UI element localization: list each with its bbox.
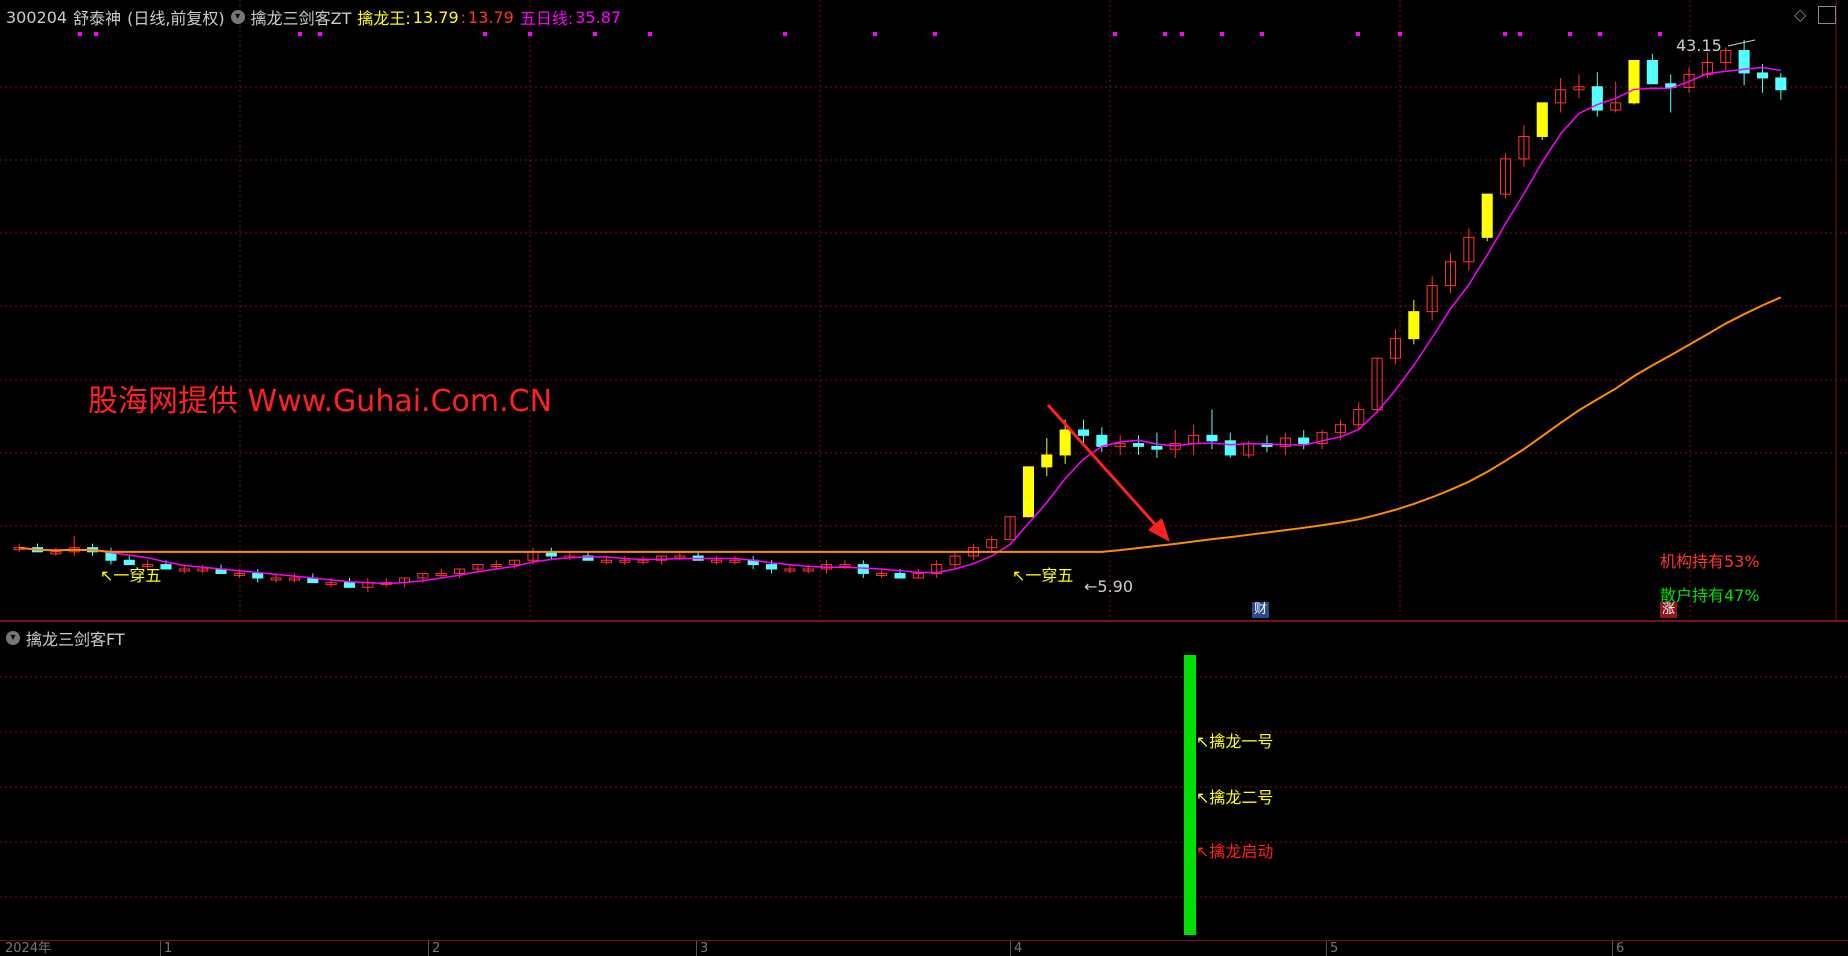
- signal-dot: [483, 32, 487, 36]
- indicator-label: 擒龙王:: [357, 9, 411, 28]
- signal-dot: [1220, 32, 1224, 36]
- candle-body: [766, 564, 778, 570]
- high-price-pointer: [1727, 39, 1756, 47]
- signal-label-1-text: 擒龙一号: [1209, 732, 1274, 751]
- signal-dot: [1658, 32, 1662, 36]
- candle-body: [1628, 59, 1640, 104]
- signal-dot: [94, 32, 98, 36]
- signal-label-2: ↖擒龙二号: [1196, 788, 1274, 807]
- signal-dot: [1163, 32, 1167, 36]
- chart-header: 300204 舒泰神 (日线,前复权) ▾ 擒龙三剑客ZT 擒龙王: 13.79…: [6, 4, 627, 30]
- candle-body: [1077, 429, 1090, 436]
- indicator-chart[interactable]: [0, 622, 1848, 932]
- signal-label-1: ↖擒龙一号: [1196, 732, 1274, 751]
- signal-dot: [593, 32, 597, 36]
- candle-body: [1022, 466, 1035, 518]
- signal-label-3-text: 擒龙启动: [1209, 842, 1274, 861]
- signal-label-2-text: 擒龙二号: [1209, 788, 1274, 807]
- limit-up-badge[interactable]: 涨: [1660, 602, 1678, 618]
- signal-dot: [873, 32, 877, 36]
- candle-body: [1133, 443, 1145, 447]
- tick-month-1: 1: [160, 941, 172, 956]
- candle-body: [1775, 77, 1787, 91]
- signal-dot: [1260, 32, 1264, 36]
- chevron-down-icon[interactable]: ▾: [230, 10, 245, 24]
- candle-body: [894, 572, 906, 579]
- candle-body: [1298, 437, 1310, 445]
- candle-body: [1224, 440, 1236, 456]
- long-ma-line: [19, 296, 1782, 553]
- finance-badge[interactable]: 财: [1252, 602, 1270, 618]
- signal-dot: [783, 32, 787, 36]
- candle-body: [1408, 311, 1420, 340]
- candle-body: [1646, 59, 1658, 85]
- time-axis: 2024年 1 2 3 4 5 6: [0, 940, 1848, 956]
- stock-code: 300204: [6, 7, 68, 27]
- tick-month-3: 3: [696, 941, 708, 956]
- sub-panel-title[interactable]: 擒龙三剑客FT: [26, 626, 125, 650]
- candle-body: [343, 582, 356, 588]
- indicator-pane[interactable]: ▾ 擒龙三剑客FT ↖擒龙一号 ↖擒龙二号 ↖擒龙启动: [0, 622, 1848, 935]
- signal-dot: [933, 32, 937, 36]
- signal-bar: [1184, 655, 1196, 935]
- high-price-label: 43.15: [1676, 36, 1722, 55]
- ma-label: 五日线:: [519, 9, 574, 28]
- low-price-label: ←5.90: [1084, 577, 1134, 596]
- watermark-text: 股海网提供 Www.Guhai.Com.CN: [88, 384, 553, 419]
- candle-body: [1756, 72, 1769, 79]
- signal-dot: [1503, 32, 1507, 36]
- candle-body: [252, 572, 264, 579]
- indicator-name[interactable]: 擒龙三剑客ZT: [251, 5, 352, 29]
- ma5-line: [19, 66, 1781, 585]
- candle-body: [1536, 102, 1548, 137]
- candle-body: [1041, 454, 1053, 468]
- signal-dot: [1518, 32, 1522, 36]
- signal-dot: [648, 32, 652, 36]
- period-label: (日线,前复权): [127, 9, 225, 28]
- ma-value: 35.87: [575, 7, 622, 27]
- candle-body: [857, 564, 869, 574]
- signal-label-3: ↖擒龙启动: [1196, 842, 1274, 861]
- indicator-sep: :: [460, 7, 467, 27]
- cross-five-label-2: ↖一穿五: [1012, 566, 1074, 585]
- candle-body: [1206, 434, 1218, 442]
- tick-month-6: 6: [1612, 941, 1624, 956]
- stock-name: 舒泰神: [73, 9, 122, 28]
- indicator-value-2: 13.79: [468, 7, 514, 27]
- signal-dot: [1180, 32, 1184, 36]
- cross-five-text-1: 一穿五: [113, 566, 162, 585]
- arrow-line: [1046, 403, 1164, 534]
- signal-dot: [78, 32, 82, 36]
- signal-dot: [298, 32, 302, 36]
- signal-dot: [1398, 32, 1402, 36]
- expand-icon[interactable]: [1818, 6, 1836, 24]
- signal-dot: [1598, 32, 1602, 36]
- sub-panel-header: ▾ 擒龙三剑客FT: [6, 626, 125, 650]
- low-price-value: 5.90: [1097, 577, 1134, 596]
- cross-five-text-2: 一穿五: [1025, 566, 1074, 585]
- signal-dot: [318, 32, 322, 36]
- institution-holding: 机构持有53%: [1660, 552, 1760, 571]
- signal-dot: [1113, 32, 1117, 36]
- candle-body: [1096, 434, 1108, 447]
- candle-body: [160, 564, 172, 570]
- chevron-down-icon[interactable]: ▾: [6, 631, 20, 645]
- cross-five-label-1: ↖一穿五: [100, 566, 162, 585]
- indicator-value-1: 13.79: [412, 7, 459, 27]
- signal-dot: [528, 32, 532, 36]
- tick-month-4: 4: [1010, 941, 1022, 956]
- tick-month-2: 2: [428, 941, 440, 956]
- kline-pane[interactable]: 300204 舒泰神 (日线,前复权) ▾ 擒龙三剑客ZT 擒龙王: 13.79…: [0, 0, 1848, 620]
- candle-body: [1481, 193, 1493, 238]
- tick-year: 2024年: [5, 941, 52, 956]
- candle-body: [1059, 429, 1071, 456]
- kline-chart[interactable]: [0, 0, 1848, 620]
- candle-body: [1151, 445, 1163, 450]
- tick-month-5: 5: [1326, 941, 1338, 956]
- diamond-icon[interactable]: ◇: [1794, 7, 1808, 23]
- signal-dot: [1568, 32, 1572, 36]
- signal-dot: [1356, 32, 1360, 36]
